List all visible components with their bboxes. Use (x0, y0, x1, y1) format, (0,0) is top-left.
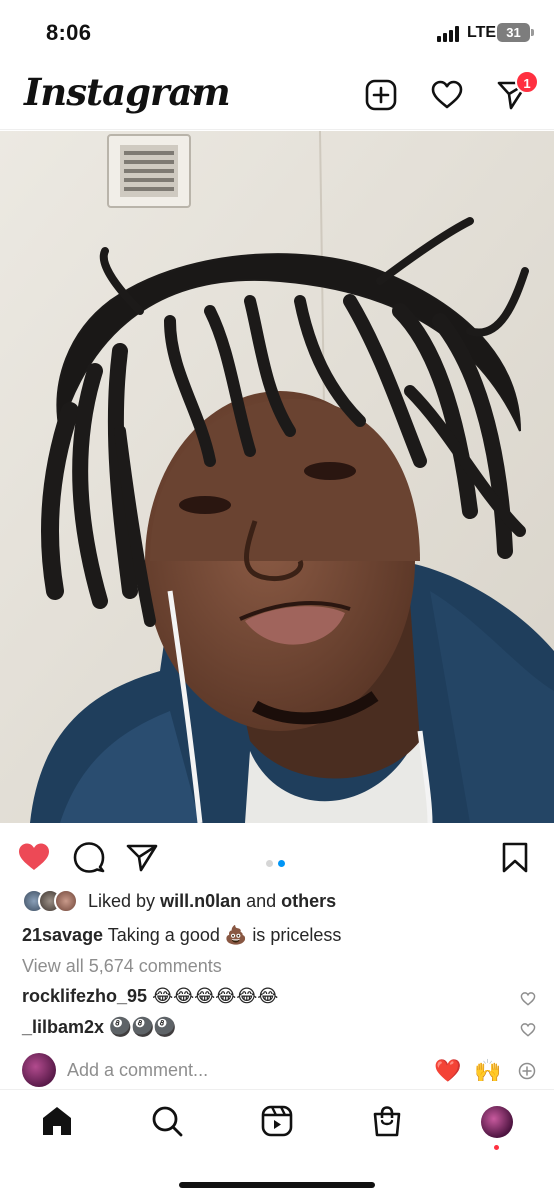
quick-reaction-raised-hands[interactable]: 🙌 (474, 1058, 501, 1084)
add-reaction-icon[interactable] (518, 1062, 536, 1080)
caption-text-end: is priceless (252, 925, 342, 945)
caption-text: Taking a good (107, 925, 220, 945)
selfie-illustration (0, 131, 554, 823)
profile-notification-dot (494, 1145, 499, 1150)
wall-vent (107, 134, 191, 208)
liker-username[interactable]: will.n0lan (160, 891, 241, 911)
my-avatar (22, 1053, 56, 1087)
bottom-nav (0, 1089, 554, 1200)
status-bar: 8:06 LTE 31 (0, 0, 554, 62)
carousel-indicator (266, 854, 290, 872)
like-heart-filled-icon[interactable] (17, 840, 51, 874)
carousel-dot-active (278, 860, 285, 867)
reels-icon[interactable] (260, 1104, 294, 1138)
status-time: 8:06 (46, 20, 92, 45)
likes-prefix: Liked by (88, 891, 156, 911)
comment-row: _lilbam2x 🎱🎱🎱 (22, 1017, 542, 1043)
shop-icon[interactable] (370, 1104, 404, 1138)
profile-avatar[interactable] (481, 1106, 513, 1138)
home-indicator (179, 1182, 375, 1188)
add-comment-input[interactable]: Add a comment... (67, 1060, 208, 1081)
likes-joiner: and (246, 891, 277, 911)
home-icon[interactable] (40, 1104, 74, 1138)
likes-text: Liked by will.n0lan and others (88, 891, 336, 912)
caption-username[interactable]: 21savage (22, 925, 103, 945)
post-photo[interactable] (0, 131, 554, 823)
battery-cap (531, 29, 534, 36)
caption-emoji: 💩 (224, 925, 248, 945)
liker-avatar (54, 889, 78, 913)
post-action-bar (0, 832, 554, 880)
network-type: LTE (467, 24, 497, 41)
comment-username[interactable]: _lilbam2x (22, 1017, 104, 1037)
liker-avatars (22, 889, 82, 913)
comment-like-heart-icon[interactable] (520, 1022, 536, 1038)
comment-like-heart-icon[interactable] (520, 991, 536, 1007)
add-comment-row: Add a comment... ❤️ 🙌 (0, 1050, 554, 1090)
comment-icon[interactable] (72, 840, 106, 874)
carousel-dot (266, 860, 273, 867)
likes-others-link[interactable]: others (281, 891, 336, 911)
battery-icon: 31 (497, 23, 530, 42)
comment-text: 😂😂😂😂😂😂 (152, 986, 279, 1006)
quick-reaction-heart[interactable]: ❤️ (434, 1058, 461, 1084)
likes-row[interactable]: Liked by will.n0lan and others (22, 888, 542, 914)
post-caption: 21savage Taking a good 💩 is priceless (22, 925, 341, 946)
cell-signal-icon (437, 26, 463, 42)
comment-row: rocklifezho_95 😂😂😂😂😂😂 (22, 986, 542, 1012)
heart-icon[interactable] (430, 78, 464, 112)
comment-text: 🎱🎱🎱 (109, 1017, 177, 1037)
share-icon[interactable] (125, 840, 159, 874)
bookmark-icon[interactable] (498, 840, 532, 874)
chevron-down-icon[interactable] (188, 87, 204, 99)
comment-username[interactable]: rocklifezho_95 (22, 986, 147, 1006)
dm-notification-badge: 1 (515, 70, 539, 94)
search-icon[interactable] (150, 1104, 184, 1138)
app-header: Instagram (0, 62, 554, 130)
new-post-icon[interactable] (364, 78, 398, 112)
view-all-comments-link[interactable]: View all 5,674 comments (22, 956, 222, 977)
